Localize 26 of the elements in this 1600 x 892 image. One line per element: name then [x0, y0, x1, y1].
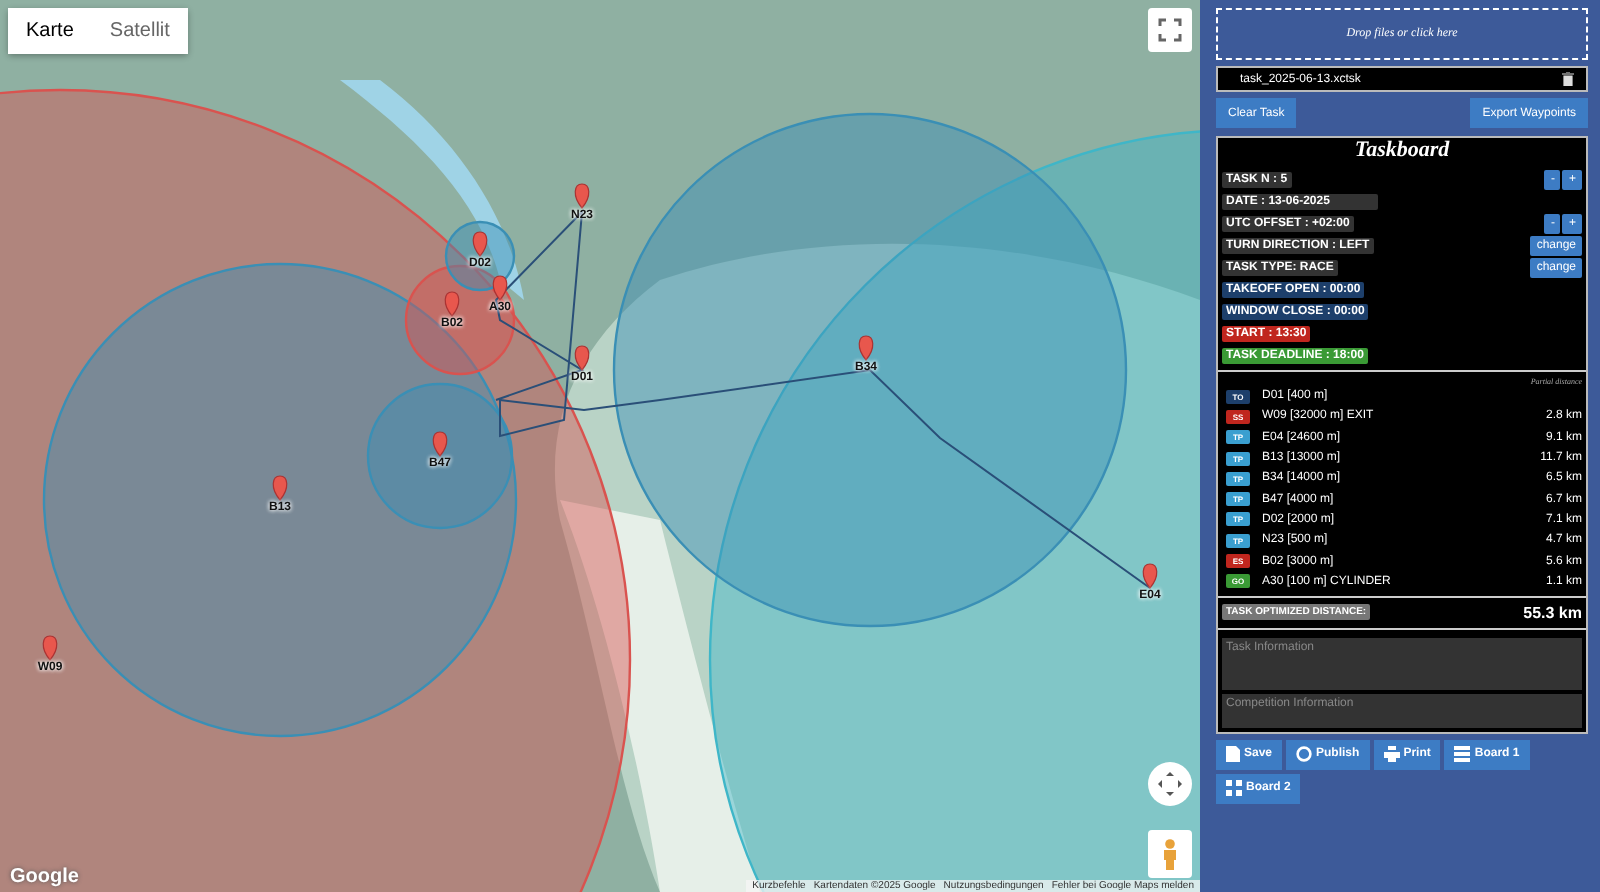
street-view-button[interactable] [1148, 830, 1192, 878]
map-pin-icon[interactable] [272, 475, 288, 501]
fullscreen-button[interactable] [1148, 8, 1192, 52]
fullscreen-icon [1158, 18, 1182, 42]
map-logo: Google [10, 866, 79, 888]
list-icon [1454, 746, 1471, 763]
person-icon [1160, 838, 1180, 870]
total-distance-value: 55.3 km [1523, 603, 1582, 622]
grid-icon [1226, 780, 1242, 797]
file-icon [1226, 746, 1240, 763]
map-pin-icon[interactable] [574, 183, 590, 209]
map-type-tab[interactable]: Satellit [91, 8, 188, 54]
pan-arrows-icon [1156, 770, 1184, 798]
print-icon [1383, 746, 1400, 763]
map-pin-icon[interactable] [42, 635, 58, 661]
map-pin-icon[interactable] [858, 335, 874, 361]
trash-icon[interactable] [1562, 72, 1574, 86]
taskboard-title: Taskboard [1352, 138, 1452, 166]
map-pin-icon[interactable] [492, 275, 508, 301]
map-pin-icon[interactable] [1142, 563, 1158, 589]
circle-icon [1296, 746, 1313, 763]
map-pin-icon[interactable] [444, 291, 460, 317]
map-pin-icon[interactable] [574, 345, 590, 371]
map-pin-icon[interactable] [472, 231, 488, 257]
map-type-tab[interactable]: Karte [8, 8, 92, 54]
map-pin-icon[interactable] [432, 431, 448, 457]
